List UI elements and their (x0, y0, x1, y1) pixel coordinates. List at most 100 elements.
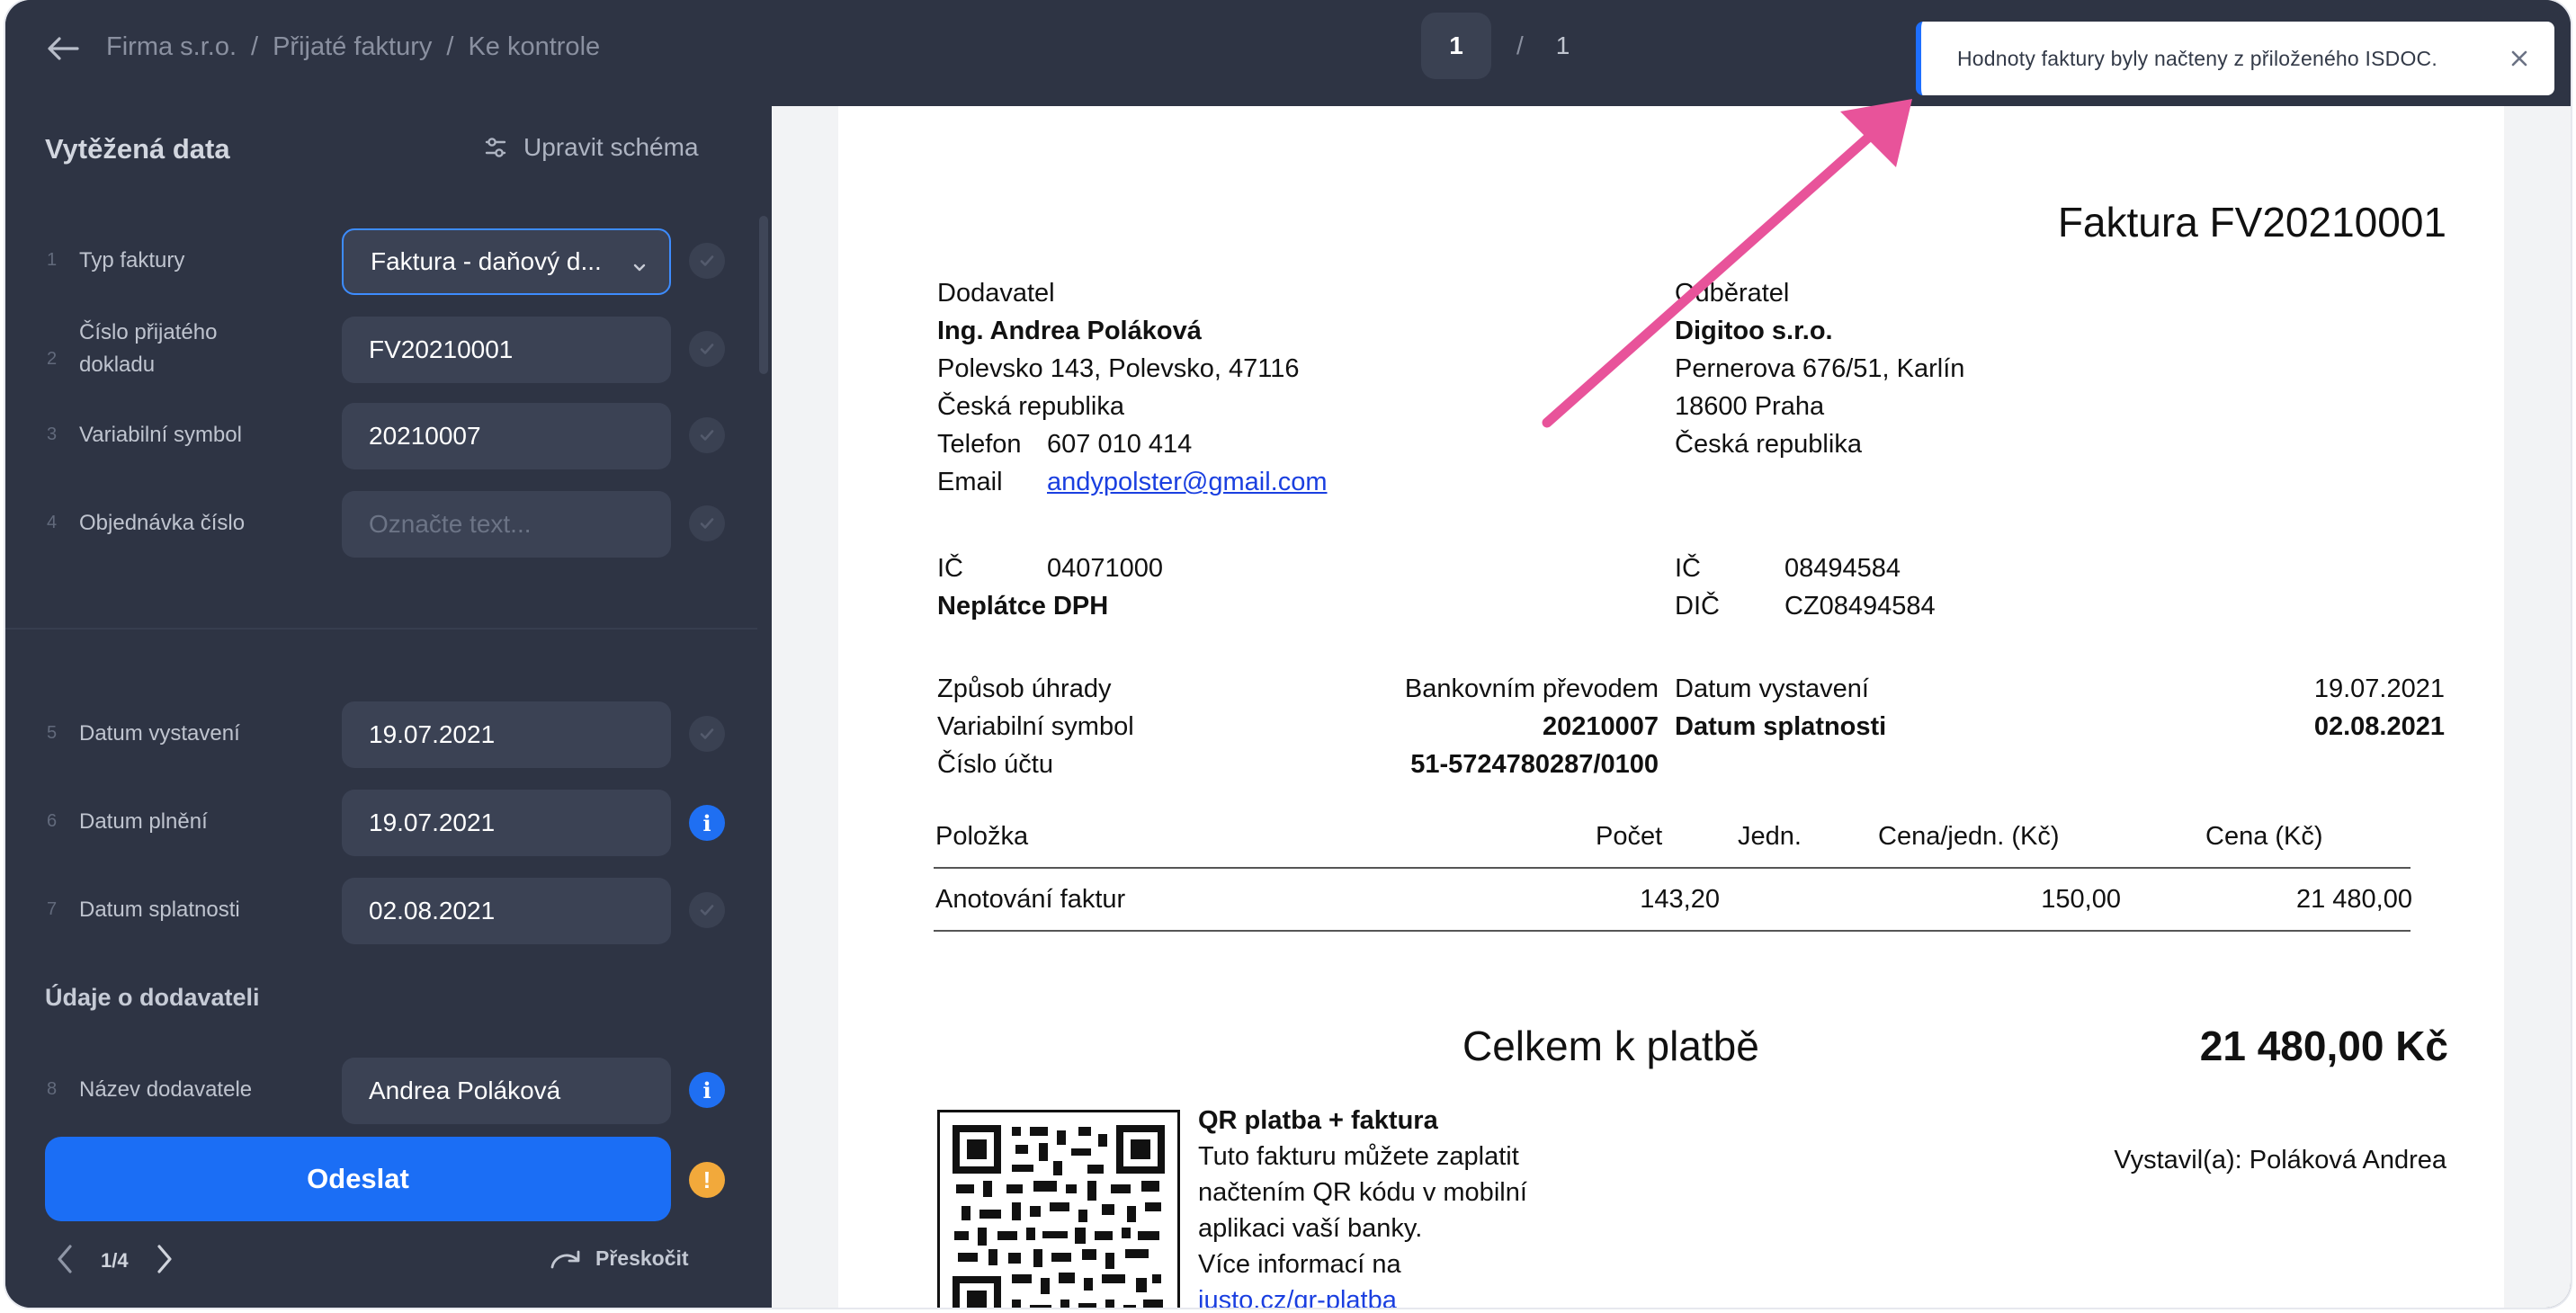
supplier-address: Polevsko 143, Polevsko, 47116 (937, 354, 1300, 383)
chevron-right-icon[interactable] (150, 1241, 177, 1282)
issued-by: Vystavil(a): Poláková Andrea (2114, 1146, 2446, 1175)
page-pager: 1 / 1 (1421, 13, 1570, 79)
received-doc-number-input[interactable]: FV20210001 (342, 317, 671, 383)
top-bar: Firma s.r.o. / Přijaté faktury / Ke kont… (5, 0, 2571, 106)
field-number: 6 (47, 811, 58, 831)
field-number: 8 (47, 1079, 58, 1099)
current-page-input[interactable]: 1 (1421, 13, 1491, 79)
field-supplier-name: 8 Název dodavatele Andrea Poláková i (5, 1058, 772, 1124)
invoice-type-select[interactable]: Faktura - daňový d... (342, 228, 671, 295)
breadcrumb-company[interactable]: Firma s.r.o. (106, 32, 237, 62)
payment-method-label: Způsob úhrady (937, 674, 1112, 703)
breadcrumb-separator: / (446, 31, 454, 61)
due-date-input[interactable]: 02.08.2021 (342, 878, 671, 944)
customer-ic: 08494584 (1784, 554, 1901, 583)
field-number: 1 (47, 250, 58, 270)
select-value: Faktura - daňový d... (371, 247, 602, 275)
check-icon[interactable] (689, 331, 725, 367)
field-variable-symbol: 3 Variabilní symbol 20210007 (5, 403, 772, 469)
edit-schema-label: Upravit schéma (523, 133, 699, 161)
field-invoice-type: 1 Typ faktury Faktura - daňový d... (5, 228, 772, 295)
supplier-country: Česká republika (937, 392, 1124, 421)
field-number: 5 (47, 723, 58, 743)
info-icon[interactable]: i (689, 1072, 725, 1108)
invoice-title: Faktura FV20210001 (2057, 199, 2446, 246)
order-number-input[interactable]: Označte text... (342, 491, 671, 558)
redo-icon (550, 1250, 580, 1268)
field-label: Datum vystavení (79, 721, 240, 746)
variable-symbol-input[interactable]: 20210007 (342, 403, 671, 469)
field-label: Typ faktury (79, 248, 185, 272)
payment-vs: 20210007 (1542, 712, 1659, 741)
submit-button[interactable]: Odeslat (45, 1137, 671, 1221)
due-date-label: Datum splatnosti (1675, 712, 1887, 741)
total-value: 21 480,00 Kč (2199, 1023, 2448, 1069)
supplier-ic: 04071000 (1047, 554, 1164, 583)
qr-code-image (953, 1125, 1165, 1308)
supplier-name-input[interactable]: Andrea Poláková (342, 1058, 671, 1124)
invoice-page: Faktura FV20210001 Dodavatel Ing. Andrea… (838, 106, 2504, 1308)
qr-text-line: Tuto fakturu můžete zaplatit (1198, 1142, 1519, 1171)
supplier-phone: 607 010 414 (1047, 430, 1193, 459)
issue-date-input[interactable]: 19.07.2021 (342, 701, 671, 768)
issued-date-label: Datum vystavení (1675, 674, 1869, 703)
table-header-qty: Počet (1596, 822, 1663, 851)
check-icon[interactable] (689, 505, 725, 541)
toast-message: Hodnoty faktury byly načteny z přiložené… (1957, 46, 2437, 70)
field-label: Datum splatnosti (79, 898, 240, 922)
customer-country: Česká republika (1675, 430, 1862, 459)
field-label: Datum plnění (79, 809, 208, 834)
table-row-price: 21 480,00 (2295, 885, 2412, 914)
payment-account: 51-5724780287/0100 (1410, 750, 1659, 779)
table-header-unit: Jedn. (1738, 822, 1802, 851)
issued-date: 19.07.2021 (2313, 674, 2445, 703)
fulfillment-date-input[interactable]: 19.07.2021 (342, 790, 671, 856)
document-preview[interactable]: Faktura FV20210001 Dodavatel Ing. Andrea… (772, 106, 2571, 1308)
document-navigation: 1/4 (52, 1236, 177, 1286)
table-row-rule (934, 930, 2411, 932)
close-icon[interactable] (2504, 43, 2535, 74)
qr-code (937, 1110, 1180, 1308)
warning-icon[interactable]: ! (689, 1162, 725, 1198)
document-counter: 1/4 (101, 1249, 129, 1272)
field-due-date: 7 Datum splatnosti 02.08.2021 (5, 878, 772, 944)
check-icon[interactable] (689, 417, 725, 453)
chevron-left-icon[interactable] (52, 1241, 79, 1282)
supplier-ic-label: IČ (937, 554, 963, 583)
back-arrow-icon[interactable] (41, 27, 85, 70)
skip-button[interactable]: Přeskočit (549, 1246, 689, 1271)
table-row-qty: 143,20 (1640, 885, 1720, 914)
section-divider (5, 628, 757, 630)
sliders-icon (485, 138, 506, 157)
breadcrumb: Firma s.r.o. / Přijaté faktury / Ke kont… (106, 29, 600, 65)
customer-dic: CZ08494584 (1784, 592, 1936, 621)
customer-heading: Odběratel (1675, 279, 1790, 308)
field-order-number: 4 Objednávka číslo Označte text... (5, 491, 772, 558)
field-label: Objednávka číslo (79, 511, 246, 535)
table-row-item: Anotování faktur (935, 885, 1126, 914)
check-icon[interactable] (689, 892, 725, 928)
supplier-phone-label: Telefon (937, 430, 1022, 459)
field-fulfillment-date: 6 Datum plnění 19.07.2021 i (5, 790, 772, 856)
payment-vs-label: Variabilní symbol (937, 712, 1134, 741)
check-icon[interactable] (689, 716, 725, 752)
qr-info-link[interactable]: iusto.cz/qr-platba (1198, 1284, 1397, 1308)
table-header-unit-price: Cena/jedn. (Kč) (1878, 822, 2060, 851)
table-header-rule (934, 867, 2411, 869)
breadcrumb-to-review: Ke kontrole (468, 31, 601, 61)
supplier-email-label: Email (937, 468, 1003, 496)
customer-name: Digitoo s.r.o. (1675, 317, 1833, 345)
breadcrumb-received-invoices[interactable]: Přijaté faktury (273, 32, 432, 62)
due-date: 02.08.2021 (2313, 712, 2445, 741)
app-window: Firma s.r.o. / Přijaté faktury / Ke kont… (5, 0, 2571, 1308)
field-label: Název dodavatele (79, 1077, 253, 1102)
customer-dic-label: DIČ (1675, 592, 1720, 621)
payment-account-label: Číslo účtu (937, 750, 1053, 779)
supplier-email-link[interactable]: andypolster@gmail.com (1047, 466, 1328, 498)
supplier-heading: Dodavatel (937, 279, 1055, 308)
edit-schema-button[interactable]: Upravit schéma (484, 133, 699, 162)
field-number: 4 (47, 513, 58, 532)
info-icon[interactable]: i (689, 805, 725, 841)
field-number: 3 (47, 424, 58, 444)
check-icon[interactable] (689, 243, 725, 279)
